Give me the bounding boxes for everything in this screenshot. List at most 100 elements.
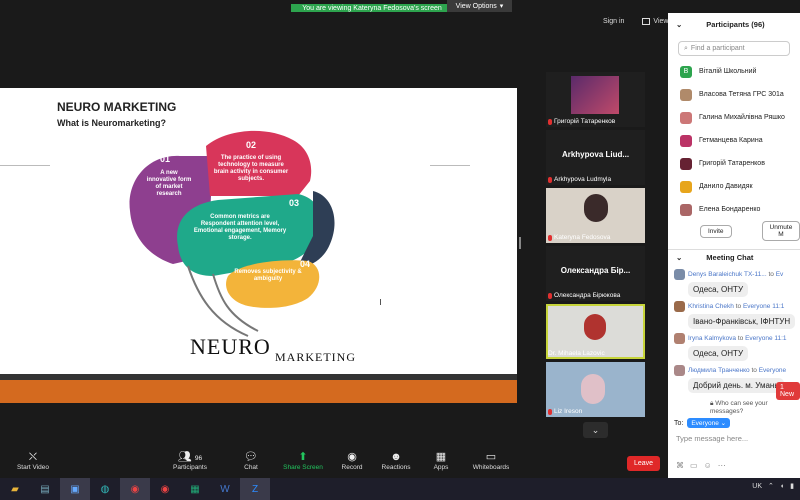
participant-name: Віталій Школьний	[699, 68, 757, 75]
zoom-icon[interactable]: Z	[240, 478, 270, 500]
avatar	[680, 203, 692, 216]
avatar	[571, 76, 619, 114]
participant-row[interactable]: Галина Михайлівна Ряшко	[668, 106, 800, 129]
view-options-button[interactable]: View Options ▾	[447, 0, 512, 12]
view-button[interactable]: View	[642, 18, 668, 25]
video-tile[interactable]: Kateryna Fedosova	[546, 188, 645, 243]
avatar	[680, 180, 692, 193]
who-can-see-link[interactable]: 🔒︎ Who can see your messages?	[710, 400, 800, 415]
document-icon[interactable]: ▤	[30, 478, 60, 500]
segment-2-text: The practice of using technology to meas…	[213, 155, 289, 182]
chat-recipient-text: Ev	[775, 271, 784, 279]
view-options-label: View Options	[455, 2, 497, 10]
people-icon: 👥︎ 96	[177, 451, 203, 463]
viewing-banner: You are viewing Kateryna Fedosova's scre…	[291, 0, 512, 12]
chat-to-word: to	[735, 303, 742, 311]
video-tile[interactable]: Arkhypova Liud... Arkhypova Ludmyla	[546, 130, 645, 185]
chat-label: Chat	[244, 464, 258, 471]
participant-name: Григорій Татаренков	[699, 160, 765, 167]
participant-row[interactable]: Елена Бондаренко	[668, 198, 800, 221]
segment-4-number: 04	[300, 259, 311, 269]
chrome-icon[interactable]: ◉	[150, 478, 180, 500]
chat-message-text: Добрий день. м. Умань	[688, 378, 784, 393]
video-tile-name: Григорій Татаренков	[548, 118, 615, 125]
video-tile[interactable]: Олександра Бір... Олександра Бірюкова	[546, 246, 645, 301]
participant-name: Елена Бондаренко	[699, 206, 761, 213]
scroll-down-button[interactable]: ⌄	[583, 422, 608, 438]
logo-neuro: NEURO	[190, 334, 271, 359]
start-video-button[interactable]: ⛌ Start Video	[3, 450, 63, 471]
segment-1-text: A new innovative form of market research	[146, 170, 192, 197]
avatar	[584, 194, 608, 222]
avatar	[680, 111, 692, 124]
chat-sender[interactable]: Людмила Транченко	[688, 367, 750, 374]
chat-message: Khristina Chekh to Everyone 11:1 Івано-Фр…	[668, 301, 800, 329]
emoji-icon[interactable]: ☺	[704, 461, 712, 470]
speaker-icon[interactable]: ◖	[780, 483, 784, 490]
avatar	[674, 269, 685, 280]
new-messages-badge[interactable]: 1 New	[776, 382, 800, 400]
participant-row[interactable]: Данило Давидяк	[668, 175, 800, 198]
chevron-down-icon: ⌄	[591, 424, 600, 435]
folder-icon[interactable]: ▰	[0, 478, 30, 500]
participants-count: 96	[194, 455, 203, 462]
chat-message-text: Івано-Франківськ, ІФНТУН	[688, 314, 796, 329]
who-can-see-label: Who can see your messages?	[710, 400, 768, 415]
collapse-icon[interactable]: ⌄	[676, 253, 682, 262]
view-label: View	[653, 18, 669, 25]
video-tile[interactable]: Григорій Татаренков	[546, 72, 645, 127]
participants-button[interactable]: 👥︎ 96 Participants	[160, 450, 220, 471]
chat-recipient-text: Everyone 11:1	[742, 303, 785, 311]
segment-2-number: 02	[246, 140, 257, 150]
participant-row[interactable]: В Віталій Школьний	[668, 60, 800, 83]
chat-sender[interactable]: Denys Baraleichuk ТХ-11...	[688, 271, 767, 278]
windows-taskbar: ▰ ▤ ▣ ◍ ◉ ◉ ▦ W Z	[0, 478, 800, 500]
edge-icon[interactable]: ◍	[90, 478, 120, 500]
leave-button[interactable]: Leave	[627, 456, 660, 471]
more-icon[interactable]: ⋯	[718, 461, 726, 470]
participant-name: Гетманцева Карина	[699, 137, 763, 144]
chat-tools: ⌘ ▭ ☺ ⋯	[676, 461, 726, 470]
participant-row[interactable]: Григорій Татаренков	[668, 152, 800, 175]
panel-resize-handle[interactable]	[519, 237, 521, 249]
chevron-up-icon[interactable]: ⌃	[768, 482, 774, 490]
network-icon[interactable]: ▮	[790, 482, 794, 490]
save-icon[interactable]: ▣	[60, 478, 90, 500]
recipient-dropdown[interactable]: Everyone ⌄	[687, 418, 731, 428]
participants-header: ⌄ Participants (96)	[668, 13, 800, 35]
unmute-me-button[interactable]: Unmute M	[761, 221, 800, 241]
language-indicator[interactable]: UK	[752, 483, 762, 490]
chat-input[interactable]: Type message here...	[676, 434, 748, 443]
collapse-icon[interactable]: ⌄	[676, 20, 682, 29]
chrome-icon[interactable]: ◉	[120, 478, 150, 500]
whiteboards-button[interactable]: ▭ Whiteboards	[461, 450, 521, 471]
sign-in-button[interactable]: Sign in	[603, 18, 624, 25]
chevron-down-icon: ▾	[499, 3, 504, 10]
avatar	[584, 314, 606, 340]
mic-muted-icon	[548, 292, 552, 299]
whiteboards-label: Whiteboards	[472, 464, 510, 471]
logo-marketing: MARKETING	[275, 350, 356, 364]
participant-search-input[interactable]: ⌕ Find a participant	[678, 41, 790, 56]
chat-sender[interactable]: Khristina Chekh	[688, 303, 734, 310]
chat-message-header: Denys Baraleichuk ТХ-11... to Ev	[674, 269, 800, 280]
viewing-message: You are viewing Kateryna Fedosova's scre…	[291, 4, 447, 12]
tile-name-label: Liz Ireson	[554, 408, 583, 415]
participant-row[interactable]: Власова Тетяна ГРС 301а	[668, 83, 800, 106]
word-icon[interactable]: W	[210, 478, 240, 500]
slide-footer-orange	[0, 380, 517, 403]
file-icon[interactable]: ▭	[690, 461, 698, 470]
video-tile-active-speaker[interactable]: Dr. Mihaela Lazovic	[546, 304, 645, 359]
avatar: В	[680, 65, 692, 78]
video-tile[interactable]: Liz Ireson	[546, 362, 645, 417]
invite-button[interactable]: Invite	[700, 224, 732, 238]
chat-sender[interactable]: Iryna Kalmykova	[688, 335, 736, 342]
chat-button[interactable]: 💬︎ Chat	[221, 450, 281, 471]
excel-icon[interactable]: ▦	[180, 478, 210, 500]
participants-label: Participants	[173, 464, 207, 471]
avatar	[674, 365, 685, 376]
format-icon[interactable]: ⌘	[676, 461, 684, 470]
tile-name-label: Arkhypova Ludmyla	[554, 176, 612, 183]
avatar	[680, 157, 692, 170]
participant-row[interactable]: Гетманцева Карина	[668, 129, 800, 152]
